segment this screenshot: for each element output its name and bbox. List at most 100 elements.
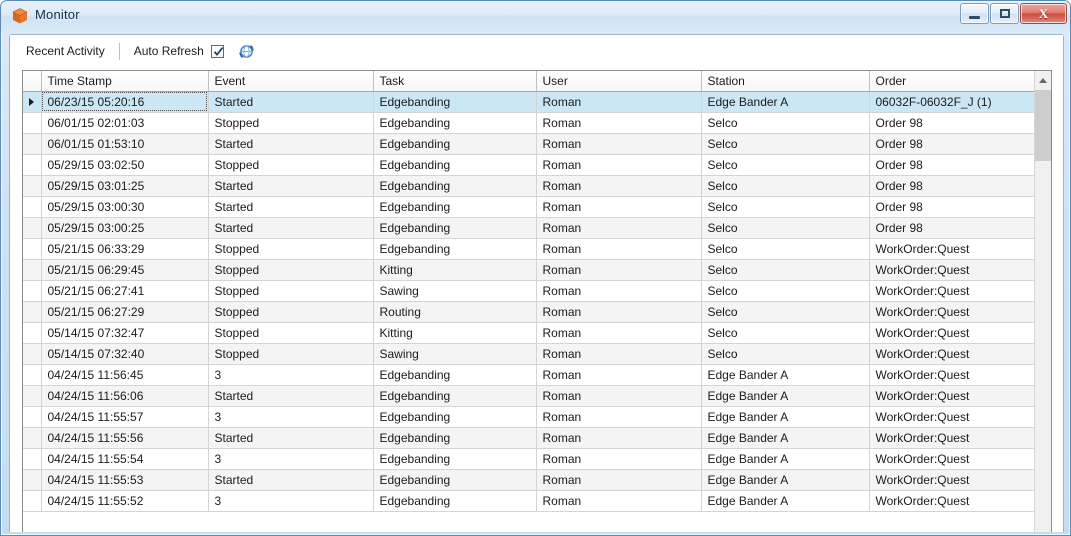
cell-task[interactable]: Edgebanding	[373, 175, 537, 197]
cell-station[interactable]: Selco	[701, 280, 870, 302]
close-button[interactable]: X	[1020, 3, 1067, 24]
cell-event[interactable]: Started	[208, 91, 374, 113]
cell-task[interactable]: Edgebanding	[373, 406, 537, 428]
cell-event[interactable]: Stopped	[208, 238, 374, 260]
cell-event[interactable]: Stopped	[208, 301, 374, 323]
cell-order[interactable]: WorkOrder:Quest	[869, 259, 1036, 281]
cell-station[interactable]: Selco	[701, 259, 870, 281]
cell-user[interactable]: Roman	[536, 175, 702, 197]
cell-task[interactable]: Edgebanding	[373, 448, 537, 470]
row-selector[interactable]	[23, 238, 42, 260]
cell-event[interactable]: Stopped	[208, 154, 374, 176]
cell-task[interactable]: Edgebanding	[373, 133, 537, 155]
cell-user[interactable]: Roman	[536, 364, 702, 386]
cell-station[interactable]: Selco	[701, 112, 870, 134]
table-row[interactable]: 04/24/15 11:55:54 3 Edgebanding Roman Edge B…	[23, 448, 1051, 470]
table-row[interactable]: 06/01/15 02:01:03 Stopped Edgebanding Roman…	[23, 112, 1051, 134]
refresh-icon[interactable]	[238, 42, 256, 60]
row-selector[interactable]	[23, 217, 42, 239]
cell-order[interactable]: Order 98	[869, 154, 1036, 176]
cell-event[interactable]: Started	[208, 469, 374, 491]
cell-timestamp[interactable]: 05/29/15 03:00:30	[41, 196, 209, 218]
row-selector[interactable]	[23, 280, 42, 302]
row-selector[interactable]	[23, 427, 42, 449]
cell-task[interactable]: Edgebanding	[373, 238, 537, 260]
cell-order[interactable]: Order 98	[869, 133, 1036, 155]
cell-event[interactable]: Stopped	[208, 259, 374, 281]
cell-event[interactable]: 3	[208, 406, 374, 428]
cell-station[interactable]: Selco	[701, 196, 870, 218]
column-header-order[interactable]: Order	[869, 71, 1036, 92]
table-row[interactable]: 04/24/15 11:56:45 3 Edgebanding Roman Edge B…	[23, 364, 1051, 386]
cell-user[interactable]: Roman	[536, 91, 702, 113]
cell-station[interactable]: Edge Bander A	[701, 91, 870, 113]
column-header-time-stamp[interactable]: Time Stamp	[41, 71, 209, 92]
cell-timestamp[interactable]: 05/21/15 06:27:29	[41, 301, 209, 323]
column-header-user[interactable]: User	[536, 71, 702, 92]
cell-order[interactable]: Order 98	[869, 217, 1036, 239]
auto-refresh-checkbox[interactable]	[210, 44, 224, 58]
cell-timestamp[interactable]: 04/24/15 11:55:54	[41, 448, 209, 470]
cell-event[interactable]: 3	[208, 490, 374, 512]
cell-order[interactable]: WorkOrder:Quest	[869, 427, 1036, 449]
cell-station[interactable]: Selco	[701, 322, 870, 344]
cell-task[interactable]: Edgebanding	[373, 364, 537, 386]
row-selector[interactable]	[23, 490, 42, 512]
cell-order[interactable]: WorkOrder:Quest	[869, 490, 1036, 512]
cell-user[interactable]: Roman	[536, 112, 702, 134]
cell-order[interactable]: WorkOrder:Quest	[869, 448, 1036, 470]
column-header-task[interactable]: Task	[373, 71, 537, 92]
vertical-scrollbar[interactable]	[1034, 71, 1051, 532]
cell-station[interactable]: Edge Bander A	[701, 406, 870, 428]
cell-task[interactable]: Edgebanding	[373, 217, 537, 239]
cell-timestamp[interactable]: 05/21/15 06:29:45	[41, 259, 209, 281]
row-selector[interactable]	[23, 385, 42, 407]
cell-user[interactable]: Roman	[536, 322, 702, 344]
row-selector[interactable]	[23, 91, 42, 113]
cell-user[interactable]: Roman	[536, 196, 702, 218]
cell-event[interactable]: Started	[208, 427, 374, 449]
cell-user[interactable]: Roman	[536, 217, 702, 239]
table-row[interactable]: 05/14/15 07:32:47 Stopped Kitting Roman Selc…	[23, 322, 1051, 344]
cell-station[interactable]: Selco	[701, 343, 870, 365]
table-row[interactable]: 04/24/15 11:55:56 Started Edgebanding Roman…	[23, 427, 1051, 449]
row-selector[interactable]	[23, 175, 42, 197]
table-row[interactable]: 05/21/15 06:27:29 Stopped Routing Roman Selc…	[23, 301, 1051, 323]
cell-station[interactable]: Selco	[701, 175, 870, 197]
table-row[interactable]: 05/14/15 07:32:40 Stopped Sawing Roman Selco…	[23, 343, 1051, 365]
cell-timestamp[interactable]: 05/21/15 06:33:29	[41, 238, 209, 260]
cell-event[interactable]: Stopped	[208, 280, 374, 302]
cell-event[interactable]: Stopped	[208, 112, 374, 134]
cell-task[interactable]: Edgebanding	[373, 112, 537, 134]
cell-order[interactable]: WorkOrder:Quest	[869, 343, 1036, 365]
cell-user[interactable]: Roman	[536, 406, 702, 428]
cell-event[interactable]: Started	[208, 217, 374, 239]
cell-station[interactable]: Selco	[701, 154, 870, 176]
cell-order[interactable]: Order 98	[869, 175, 1036, 197]
minimize-button[interactable]	[960, 3, 989, 24]
cell-timestamp[interactable]: 06/01/15 01:53:10	[41, 133, 209, 155]
cell-user[interactable]: Roman	[536, 280, 702, 302]
cell-task[interactable]: Routing	[373, 301, 537, 323]
cell-order[interactable]: 06032F-06032F_J (1)	[869, 91, 1036, 113]
cell-timestamp[interactable]: 04/24/15 11:55:53	[41, 469, 209, 491]
cell-station[interactable]: Edge Bander A	[701, 364, 870, 386]
table-row[interactable]: 05/29/15 03:00:30 Started Edgebanding Roman…	[23, 196, 1051, 218]
maximize-button[interactable]	[990, 3, 1019, 24]
activity-data-grid[interactable]: Time Stamp Event Task User Station Order…	[22, 70, 1052, 532]
row-selector[interactable]	[23, 196, 42, 218]
row-selector[interactable]	[23, 364, 42, 386]
cell-timestamp[interactable]: 05/29/15 03:01:25	[41, 175, 209, 197]
cell-user[interactable]: Roman	[536, 448, 702, 470]
cell-order[interactable]: WorkOrder:Quest	[869, 322, 1036, 344]
cell-task[interactable]: Edgebanding	[373, 490, 537, 512]
cell-station[interactable]: Edge Bander A	[701, 385, 870, 407]
cell-task[interactable]: Edgebanding	[373, 91, 537, 113]
row-selector[interactable]	[23, 133, 42, 155]
cell-task[interactable]: Edgebanding	[373, 196, 537, 218]
cell-timestamp[interactable]: 04/24/15 11:55:57	[41, 406, 209, 428]
cell-timestamp[interactable]: 05/14/15 07:32:40	[41, 343, 209, 365]
cell-station[interactable]: Edge Bander A	[701, 490, 870, 512]
scrollbar-thumb[interactable]	[1035, 90, 1051, 161]
cell-task[interactable]: Edgebanding	[373, 469, 537, 491]
